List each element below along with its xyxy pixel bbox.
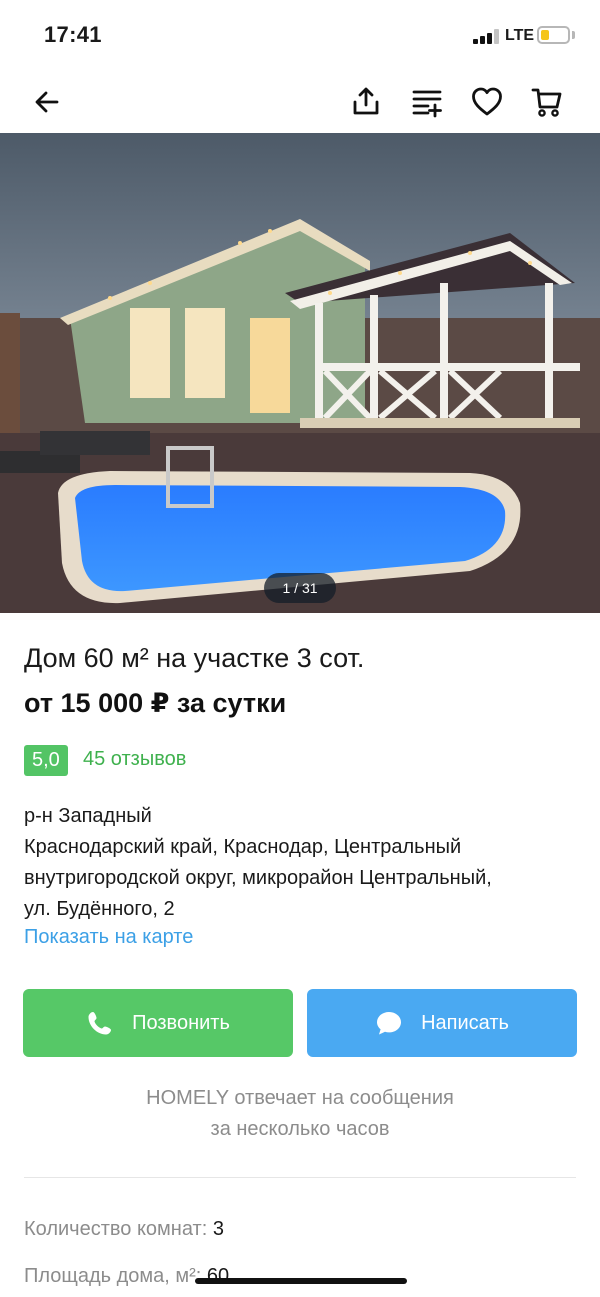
address-line: внутригородской округ, микрорайон Центра… — [24, 867, 492, 889]
phone-icon — [88, 1012, 112, 1035]
rating-badge: 5,0 — [24, 745, 68, 776]
listing-photo — [0, 133, 600, 613]
message-button-label: Написать — [421, 1011, 509, 1034]
show-on-map-link[interactable]: Показать на карте — [24, 926, 193, 949]
param-area: Площадь дома, м²: 60 — [24, 1265, 229, 1288]
status-bar: 17:41 LTE — [0, 0, 600, 70]
chat-bubble-icon — [377, 1012, 402, 1035]
reviews-link[interactable]: 45 отзывов — [83, 748, 186, 771]
call-button[interactable]: Позвонить — [23, 989, 293, 1057]
listing-title: Дом 60 м² на участке 3 сот. — [24, 643, 365, 673]
address-block: р-н Западный Краснодарский край, Краснод… — [24, 801, 584, 925]
listing-price: от 15 000 ₽ за сутки — [24, 688, 287, 718]
back-button[interactable] — [25, 80, 69, 124]
address-line: ул. Будённого, 2 — [24, 898, 175, 920]
status-time: 17:41 — [44, 22, 102, 47]
network-type: LTE — [505, 27, 535, 44]
compare-button[interactable] — [405, 80, 449, 124]
message-button[interactable]: Написать — [307, 989, 577, 1057]
nav-bar — [0, 72, 600, 132]
param-rooms: Количество комнат: 3 — [24, 1218, 224, 1241]
district-label: р-н Западный — [24, 805, 152, 827]
share-icon — [353, 87, 379, 115]
response-note-line: за несколько часов — [210, 1118, 390, 1140]
share-button[interactable] — [344, 80, 388, 124]
photo-counter: 1 / 31 — [264, 573, 336, 603]
battery-icon — [537, 26, 570, 44]
param-value: 3 — [212, 1218, 224, 1240]
cart-icon — [531, 88, 562, 117]
compare-list-icon — [412, 90, 442, 118]
battery-level — [541, 30, 549, 40]
response-time-note: HOMELY отвечает на сообщения за нескольк… — [0, 1083, 600, 1145]
section-divider — [24, 1177, 576, 1178]
favorite-button[interactable] — [465, 80, 509, 124]
param-label: Количество комнат: — [24, 1218, 213, 1240]
battery-cap — [572, 31, 575, 39]
address-line: Краснодарский край, Краснодар, Центральн… — [24, 836, 462, 858]
heart-icon — [472, 87, 502, 116]
param-label: Площадь дома, м²: — [24, 1265, 207, 1287]
signal-strength-icon — [473, 28, 501, 44]
call-button-label: Позвонить — [132, 1011, 230, 1034]
photo-gallery[interactable]: 1 / 31 — [0, 133, 600, 613]
back-arrow-icon — [35, 91, 59, 113]
cart-button[interactable] — [525, 80, 569, 124]
response-note-line: HOMELY отвечает на сообщения — [146, 1087, 454, 1109]
home-indicator — [195, 1278, 407, 1284]
